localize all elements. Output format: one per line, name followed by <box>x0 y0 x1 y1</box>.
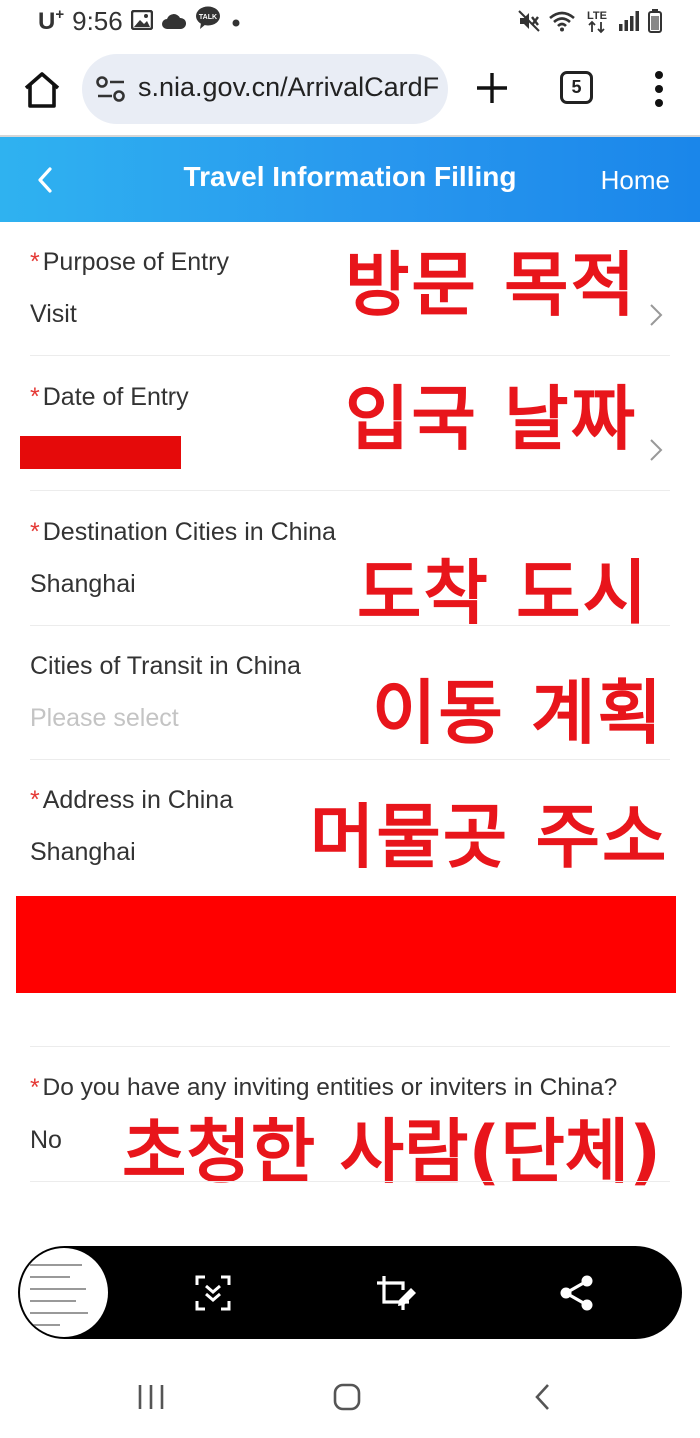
page-title: Travel Information Filling <box>183 161 517 192</box>
address-bar[interactable]: s.nia.gov.cn/ArrivalCardF <box>82 54 448 124</box>
wifi-icon <box>548 10 576 36</box>
lte-icon: LTE <box>584 8 610 38</box>
carrier-label: U+ <box>38 5 65 35</box>
chevron-right-icon <box>650 439 663 461</box>
annotation-destination: 도착 도시 <box>357 552 649 634</box>
annotation-date: 입국 날짜 <box>345 378 637 460</box>
annotation-purpose: 방문 목적 <box>345 244 637 326</box>
redaction-block <box>16 896 676 993</box>
screenshot-toolbar <box>18 1246 682 1339</box>
address-value: Shanghai <box>30 838 136 866</box>
lte-label: LTE <box>587 10 607 22</box>
destination-cities-label: * Destination Cities in China <box>30 518 336 546</box>
nav-back-button[interactable] <box>532 1382 554 1416</box>
divider <box>30 490 670 491</box>
annotation-address: 머물곳 주소 <box>310 796 669 878</box>
more-vert-icon <box>655 71 663 107</box>
inviting-entities-label: * Do you have any inviting entities or in… <box>30 1074 618 1101</box>
site-settings-icon[interactable] <box>96 76 126 106</box>
date-of-entry-label: * Date of Entry <box>30 383 189 411</box>
redaction-block <box>20 436 181 469</box>
back-chevron-icon <box>535 1384 549 1410</box>
scroll-capture-icon <box>195 1275 231 1311</box>
talk-label: TALK <box>199 14 217 21</box>
tab-switcher-button[interactable]: 5 <box>560 71 593 104</box>
status-time: 9:56 <box>72 6 123 36</box>
share-button[interactable] <box>558 1274 596 1312</box>
crop-edit-button[interactable] <box>375 1274 419 1312</box>
home-circle-icon <box>333 1383 361 1411</box>
destination-cities-value: Shanghai <box>30 570 136 598</box>
recent-apps-button[interactable] <box>136 1382 166 1416</box>
new-tab-button[interactable] <box>474 70 510 106</box>
home-icon <box>24 72 60 108</box>
transit-cities-placeholder: Please select <box>30 704 179 732</box>
browser-bar: s.nia.gov.cn/ArrivalCardF 5 <box>0 44 700 136</box>
divider <box>30 625 670 626</box>
divider <box>30 1046 670 1047</box>
recents-icon <box>138 1385 164 1409</box>
dot-icon <box>229 6 243 37</box>
divider <box>30 1181 670 1182</box>
crop-edit-icon <box>377 1276 416 1310</box>
signal-icon <box>618 10 640 36</box>
gallery-icon <box>130 6 153 37</box>
mute-icon <box>518 10 540 36</box>
status-bar: U+ 9:56 TALK LTE <box>0 0 700 44</box>
chevron-right-icon <box>650 304 663 326</box>
browser-home-button[interactable] <box>22 70 62 110</box>
plus-icon <box>477 73 507 103</box>
nav-home-button[interactable] <box>332 1382 362 1416</box>
battery-icon <box>648 9 662 37</box>
app-header: Travel Information Filling Home <box>0 137 700 222</box>
scroll-capture-button[interactable] <box>194 1274 232 1312</box>
more-menu-button[interactable] <box>652 69 666 109</box>
system-nav-bar <box>0 1360 700 1438</box>
annotation-transit: 이동 계획 <box>372 672 664 754</box>
inviting-entities-value: No <box>30 1126 62 1154</box>
screenshot-thumbnail[interactable] <box>20 1248 108 1337</box>
talk-icon: TALK <box>195 6 221 37</box>
transit-cities-label: Cities of Transit in China <box>30 652 301 680</box>
address-label: * Address in China <box>30 786 234 814</box>
purpose-of-entry-label: * Purpose of Entry <box>30 248 229 276</box>
share-icon <box>560 1275 593 1311</box>
purpose-of-entry-value: Visit <box>30 300 77 328</box>
annotation-inviting: 초청한 사람(단체) <box>122 1111 662 1193</box>
url-text: s.nia.gov.cn/ArrivalCardF <box>138 72 440 102</box>
divider <box>30 759 670 760</box>
divider <box>30 355 670 356</box>
cloud-icon <box>161 6 187 37</box>
home-link[interactable]: Home <box>601 165 670 196</box>
